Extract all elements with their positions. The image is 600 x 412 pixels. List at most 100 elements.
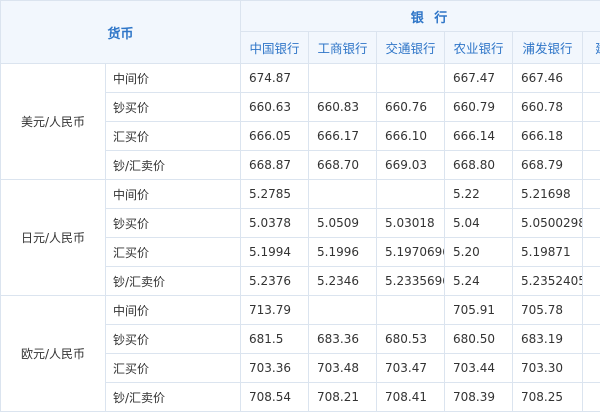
rate-value-cell: 680.53: [377, 325, 445, 354]
rate-value-cell: 703.48: [309, 354, 377, 383]
rate-value-cell: 660.78: [513, 93, 583, 122]
rate-value-cell: 708.21: [309, 383, 377, 412]
currency-pair-label: 欧元/人民币: [1, 296, 106, 412]
currency-pair-label: 日元/人民币: [1, 180, 106, 296]
rate-value-cell: [583, 151, 600, 180]
rate-value-cell: 708.41: [377, 383, 445, 412]
rate-value-cell: 666.17: [309, 122, 377, 151]
bank-header: 工商银行: [309, 32, 377, 64]
table-header: 货币 银 行 中国银行 工商银行 交通银行 农业银行 浦发银行 建: [1, 1, 600, 64]
rate-value-cell: 703.47: [377, 354, 445, 383]
rate-value-cell: 5.20: [445, 238, 513, 267]
table-row: 欧元/人民币中间价713.79705.91705.78: [1, 296, 600, 325]
rate-type-label: 钞买价: [106, 209, 241, 238]
rate-value-cell: 5.21698: [513, 180, 583, 209]
rate-value-cell: [309, 64, 377, 93]
table-row: 美元/人民币中间价674.87667.47667.46: [1, 64, 600, 93]
rate-value-cell: 5.1996: [309, 238, 377, 267]
exchange-rate-table: 货币 银 行 中国银行 工商银行 交通银行 农业银行 浦发银行 建 美元/人民币…: [0, 0, 600, 412]
rate-value-cell: 705.91: [445, 296, 513, 325]
currency-header: 货币: [1, 1, 241, 64]
rate-value-cell: [583, 209, 600, 238]
bank-header: 中国银行: [241, 32, 309, 64]
rate-value-cell: 668.87: [241, 151, 309, 180]
rate-value-cell: [583, 93, 600, 122]
rate-type-label: 汇买价: [106, 122, 241, 151]
rate-value-cell: [583, 180, 600, 209]
table-body: 美元/人民币中间价674.87667.47667.46钞买价660.63660.…: [1, 64, 600, 412]
rate-value-cell: 705.78: [513, 296, 583, 325]
rate-value-cell: 668.79: [513, 151, 583, 180]
rate-type-label: 钞/汇卖价: [106, 267, 241, 296]
rate-value-cell: [583, 64, 600, 93]
rate-type-label: 钞/汇卖价: [106, 151, 241, 180]
rate-value-cell: 674.87: [241, 64, 309, 93]
rate-value-cell: 5.03018: [377, 209, 445, 238]
rate-value-cell: 667.46: [513, 64, 583, 93]
bank-header: 交通银行: [377, 32, 445, 64]
rate-value-cell: [583, 296, 600, 325]
rate-value-cell: 660.79: [445, 93, 513, 122]
rate-value-cell: 680.50: [445, 325, 513, 354]
table-row: 日元/人民币中间价5.27855.225.21698: [1, 180, 600, 209]
rate-value-cell: 667.47: [445, 64, 513, 93]
rate-value-cell: [583, 383, 600, 412]
rate-value-cell: 660.76: [377, 93, 445, 122]
rate-value-cell: 5.19871: [513, 238, 583, 267]
rate-value-cell: 660.63: [241, 93, 309, 122]
rate-value-cell: [309, 180, 377, 209]
rate-value-cell: 5.22: [445, 180, 513, 209]
rate-value-cell: 683.36: [309, 325, 377, 354]
rate-type-label: 钞买价: [106, 325, 241, 354]
rate-value-cell: [377, 64, 445, 93]
rate-value-cell: 668.80: [445, 151, 513, 180]
rate-value-cell: [583, 267, 600, 296]
rate-value-cell: 708.39: [445, 383, 513, 412]
rate-value-cell: 668.70: [309, 151, 377, 180]
rate-value-cell: 660.83: [309, 93, 377, 122]
rate-value-cell: 5.1994: [241, 238, 309, 267]
rate-value-cell: 703.36: [241, 354, 309, 383]
rate-value-cell: 5.2346: [309, 267, 377, 296]
rate-value-cell: 708.54: [241, 383, 309, 412]
rate-type-label: 中间价: [106, 64, 241, 93]
rate-value-cell: [583, 122, 600, 151]
rate-value-cell: 703.30: [513, 354, 583, 383]
bank-header: 建: [583, 32, 600, 64]
rate-value-cell: 703.44: [445, 354, 513, 383]
rate-type-label: 汇买价: [106, 354, 241, 383]
rate-value-cell: 666.10: [377, 122, 445, 151]
bank-header: 浦发银行: [513, 32, 583, 64]
rate-value-cell: 5.1970696: [377, 238, 445, 267]
rate-value-cell: 5.2785: [241, 180, 309, 209]
rate-value-cell: 5.0509: [309, 209, 377, 238]
rate-value-cell: [583, 354, 600, 383]
rate-value-cell: 5.04: [445, 209, 513, 238]
rate-value-cell: 5.0500298: [513, 209, 583, 238]
currency-pair-label: 美元/人民币: [1, 64, 106, 180]
rate-type-label: 钞/汇卖价: [106, 383, 241, 412]
rate-value-cell: 666.18: [513, 122, 583, 151]
bank-header: 农业银行: [445, 32, 513, 64]
rate-value-cell: 5.2352405: [513, 267, 583, 296]
rate-value-cell: 669.03: [377, 151, 445, 180]
rate-value-cell: 5.2335696: [377, 267, 445, 296]
rate-type-label: 中间价: [106, 180, 241, 209]
rate-value-cell: [583, 325, 600, 354]
rate-value-cell: 666.05: [241, 122, 309, 151]
rate-type-label: 钞买价: [106, 93, 241, 122]
rate-type-label: 中间价: [106, 296, 241, 325]
rate-value-cell: 681.5: [241, 325, 309, 354]
rate-value-cell: 5.0378: [241, 209, 309, 238]
rate-value-cell: 666.14: [445, 122, 513, 151]
bank-group-header: 银 行: [241, 1, 600, 32]
rate-value-cell: [309, 296, 377, 325]
rate-value-cell: 683.19: [513, 325, 583, 354]
rate-value-cell: [583, 238, 600, 267]
rate-value-cell: 5.2376: [241, 267, 309, 296]
rate-value-cell: 713.79: [241, 296, 309, 325]
rate-type-label: 汇买价: [106, 238, 241, 267]
rate-value-cell: [377, 180, 445, 209]
rate-value-cell: [377, 296, 445, 325]
rate-value-cell: 5.24: [445, 267, 513, 296]
